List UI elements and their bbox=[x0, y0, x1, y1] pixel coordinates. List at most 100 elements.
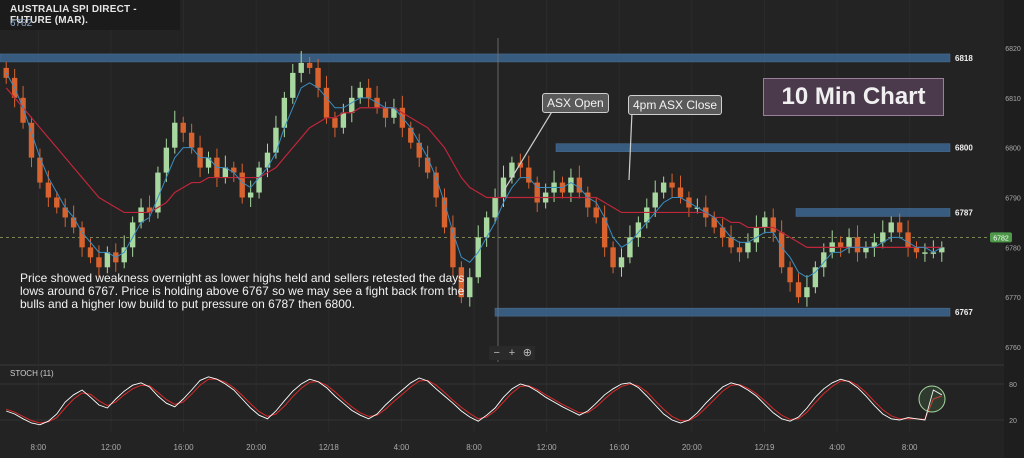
candle-body bbox=[247, 192, 254, 198]
candle-body bbox=[172, 122, 178, 148]
y-tick-label: 6790 bbox=[1005, 196, 1021, 203]
candle-body bbox=[349, 97, 355, 113]
level-zone bbox=[555, 143, 951, 152]
candle-body bbox=[618, 257, 625, 268]
candle-body bbox=[180, 122, 186, 133]
x-tick-label: 16:00 bbox=[609, 443, 630, 452]
zoom-controls: − + ⊕ bbox=[489, 346, 535, 360]
candle-body bbox=[273, 127, 279, 153]
level-label: 6800 bbox=[955, 144, 973, 153]
asx-open-callout: ASX Open bbox=[542, 93, 609, 113]
candle-body bbox=[888, 222, 894, 233]
stoch-label: STOCH (11) bbox=[10, 369, 54, 378]
y-tick-label: 6770 bbox=[1005, 295, 1021, 302]
candle-body bbox=[854, 237, 861, 253]
candle-body bbox=[365, 87, 372, 98]
candle-body bbox=[736, 247, 743, 253]
candle-body bbox=[416, 142, 422, 158]
y-tick-label: 6780 bbox=[1005, 245, 1021, 252]
candle-body bbox=[298, 62, 304, 73]
candle-body bbox=[290, 72, 296, 98]
y-tick-label: 6760 bbox=[1005, 345, 1021, 352]
zoom-out-button[interactable]: − bbox=[489, 346, 504, 360]
candle-body bbox=[54, 197, 60, 208]
candle-body bbox=[70, 217, 77, 228]
x-tick-label: 12/18 bbox=[319, 443, 340, 452]
x-tick-label: 8:00 bbox=[466, 443, 482, 452]
candle-body bbox=[787, 267, 793, 283]
timeframe-badge: 10 Min Chart bbox=[763, 78, 944, 116]
candle-body bbox=[104, 252, 111, 268]
candle-body bbox=[660, 182, 667, 193]
candle-body bbox=[340, 112, 347, 128]
candle-body bbox=[332, 117, 338, 128]
price-axis-strip bbox=[1004, 0, 1024, 458]
y-tick-label: 6820 bbox=[1005, 46, 1021, 53]
candle-body bbox=[846, 237, 852, 248]
level-label: 6787 bbox=[955, 208, 973, 217]
candle-body bbox=[424, 157, 431, 173]
zoom-in-button[interactable]: + bbox=[504, 346, 519, 360]
price-chart[interactable]: 8:00 12:00 16:00 20:00 12/18 4:00 8:00 12:00 16:… bbox=[0, 0, 1024, 458]
zoom-fit-icon[interactable]: ⊕ bbox=[520, 346, 535, 360]
x-tick-label: 12:00 bbox=[537, 443, 558, 452]
level-zone bbox=[795, 208, 951, 217]
candle-body bbox=[677, 187, 684, 198]
candle-body bbox=[323, 87, 330, 118]
x-tick-label: 16:00 bbox=[174, 443, 195, 452]
stoch-highlight-circle bbox=[918, 385, 946, 413]
instrument-header: AUSTRALIA SPI DIRECT - FUTURE (MAR). 678… bbox=[0, 0, 180, 30]
candle-body bbox=[593, 207, 599, 218]
x-tick-label: 4:00 bbox=[829, 443, 845, 452]
candle-body bbox=[264, 152, 271, 168]
candle-body bbox=[382, 107, 389, 118]
level-zone bbox=[0, 53, 951, 63]
candle-body bbox=[669, 182, 675, 188]
stoch-tick-label: 20 bbox=[1009, 418, 1017, 425]
candle-body bbox=[87, 247, 94, 258]
level-zone bbox=[494, 307, 951, 317]
y-tick-label: 6810 bbox=[1005, 96, 1021, 103]
candle-body bbox=[753, 227, 760, 243]
candle-body bbox=[905, 232, 911, 248]
candle-body bbox=[408, 127, 414, 143]
analysis-annotation: Price showed weakness overnight as lower… bbox=[20, 271, 465, 311]
candle-body bbox=[652, 192, 658, 208]
instrument-title: AUSTRALIA SPI DIRECT - FUTURE (MAR). bbox=[10, 4, 137, 26]
candle-body bbox=[96, 257, 102, 268]
candle-body bbox=[745, 242, 751, 253]
candle-body bbox=[163, 147, 170, 173]
x-tick-label: 12:00 bbox=[101, 443, 122, 452]
candle-body bbox=[315, 67, 321, 88]
instrument-price: 6782 bbox=[10, 18, 33, 29]
candle-body bbox=[138, 207, 144, 223]
candle-body bbox=[863, 247, 869, 253]
x-tick-label: 4:00 bbox=[394, 443, 410, 452]
candle-body bbox=[306, 62, 313, 68]
x-tick-label: 20:00 bbox=[682, 443, 703, 452]
x-tick-label: 8:00 bbox=[902, 443, 918, 452]
candle-body bbox=[357, 87, 363, 98]
x-tick-label: 12/19 bbox=[754, 443, 775, 452]
stoch-tick-label: 80 bbox=[1009, 382, 1017, 389]
candle-body bbox=[837, 242, 844, 248]
candle-body bbox=[492, 197, 498, 218]
x-tick-label: 20:00 bbox=[246, 443, 267, 452]
candle-body bbox=[762, 217, 768, 228]
x-tick-label: 8:00 bbox=[31, 443, 47, 452]
candle-body bbox=[922, 252, 928, 254]
asx-close-callout: 4pm ASX Close bbox=[628, 95, 723, 115]
candle-body bbox=[770, 217, 776, 233]
y-tick-label: 6800 bbox=[1005, 146, 1021, 153]
candle-body bbox=[896, 222, 903, 233]
candle-body bbox=[79, 227, 85, 248]
candle-body bbox=[610, 247, 616, 268]
candle-body bbox=[188, 132, 195, 148]
candle-body bbox=[804, 287, 810, 298]
candle-body bbox=[568, 177, 574, 193]
candle-body bbox=[239, 172, 245, 198]
level-label: 6818 bbox=[955, 54, 973, 63]
last-price-label: 6782 bbox=[993, 235, 1009, 242]
candle-body bbox=[913, 247, 920, 253]
candle-body bbox=[45, 182, 52, 198]
